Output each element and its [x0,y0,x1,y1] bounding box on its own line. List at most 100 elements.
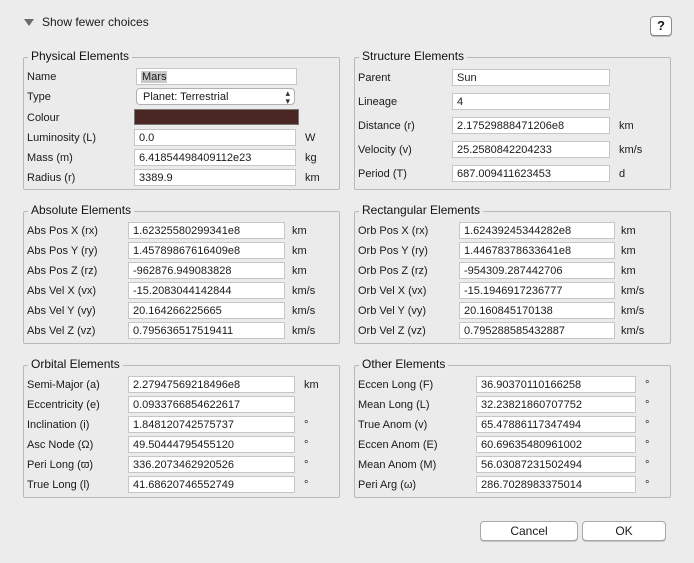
unit-label: km/s [619,144,643,156]
unit-label: ° [304,419,309,431]
other-row: True Anom (v) 65.47886117347494 ° [355,416,670,435]
value-field[interactable]: Sun [452,69,610,86]
mass-field[interactable]: 6.41854498409112e23 [134,149,296,166]
unit-label: km/s [292,325,316,337]
value-field[interactable]: 32.23821860707752 [476,396,636,413]
help-button[interactable]: ? [650,16,672,36]
group-title: Rectangular Elements [359,203,484,217]
value-field[interactable]: 36.90370110166258 [476,376,636,393]
value-field[interactable]: 1.62439245344282e8 [459,222,615,239]
other-row: Eccen Long (F) 36.90370110166258 ° [355,376,670,395]
value-field[interactable]: 1.45789867616409e8 [128,242,285,259]
name-field[interactable]: Mars [136,68,297,85]
value-field[interactable]: 336.2073462920526 [128,456,295,473]
mass-unit: kg [305,152,317,164]
colour-row: Colour [24,109,339,128]
colour-swatch[interactable] [134,109,299,125]
unit-label: km [292,265,307,277]
name-row: Name Mars [24,68,339,87]
unit-label: ° [645,399,650,411]
unit-label: d [619,168,626,180]
value-field[interactable]: 2.27947569218496e8 [128,376,295,393]
field-label: Orb Pos X (rx) [358,225,429,237]
value-field[interactable]: 25.2580842204233 [452,141,610,158]
show-fewer-choices-toggle[interactable]: Show fewer choices [24,14,149,30]
value-field[interactable]: -962876.949083828 [128,262,285,279]
other-row: Mean Long (L) 32.23821860707752 ° [355,396,670,415]
rectangular-row: Orb Vel X (vx) -15.1946917236777 km/s [355,282,670,301]
field-label: Distance (r) [358,120,415,132]
field-label: Orb Pos Z (rz) [358,265,428,277]
structure-row: Velocity (v) 25.2580842204233 km/s [355,141,670,160]
absolute-row: Abs Pos Z (rz) -962876.949083828 km [24,262,339,281]
field-label: Semi-Major (a) [27,379,100,391]
field-label: Eccen Anom (E) [358,439,438,451]
radius-unit: km [305,172,320,184]
field-label: Orb Vel Z (vz) [358,325,426,337]
value-field[interactable]: 1.44678378633641e8 [459,242,615,259]
value-field[interactable]: 286.7028983375014 [476,476,636,493]
structure-elements-group: Structure Elements Parent Sun Lineage 4 Dist… [354,49,671,190]
field-label: Orb Vel Y (vy) [358,305,427,317]
type-row: Type Planet: Terrestrial ▴ ▾ [24,88,339,107]
value-field[interactable]: -954309.287442706 [459,262,615,279]
structure-row: Period (T) 687.009411623453 d [355,165,670,184]
value-field[interactable]: -15.2083044142844 [128,282,285,299]
field-label: Mean Anom (M) [358,459,437,471]
field-label: Inclination (i) [27,419,90,431]
rectangular-row: Orb Pos Z (rz) -954309.287442706 km [355,262,670,281]
value-field[interactable]: 0.0933766854622617 [128,396,295,413]
group-title: Absolute Elements [28,203,135,217]
field-label: Abs Pos X (rx) [27,225,98,237]
group-title: Physical Elements [28,49,133,63]
radius-field[interactable]: 3389.9 [134,169,296,186]
absolute-row: Abs Vel Y (vy) 20.164266225665 km/s [24,302,339,321]
value-field[interactable]: 49.50444795455120 [128,436,295,453]
unit-label: km [621,245,636,257]
other-elements-group: Other Elements Eccen Long (F) 36.90370110… [354,357,671,498]
rectangular-row: Orb Pos X (rx) 1.62439245344282e8 km [355,222,670,241]
value-field[interactable]: 1.62325580299341e8 [128,222,285,239]
value-field[interactable]: 4 [452,93,610,110]
field-label: Mean Long (L) [358,399,430,411]
unit-label: km [621,225,636,237]
field-label: Abs Pos Z (rz) [27,265,98,277]
physical-elements-group: Physical Elements Name Mars Type Planet:… [23,49,340,190]
luminosity-field[interactable]: 0.0 [134,129,296,146]
rectangular-elements-group: Rectangular Elements Orb Pos X (rx) 1.624… [354,203,671,344]
field-label: Asc Node (Ω) [27,439,94,451]
value-field[interactable]: 60.69635480961002 [476,436,636,453]
colour-label: Colour [27,112,60,124]
unit-label: km [292,225,307,237]
unit-label: km [304,379,319,391]
disclosure-triangle-icon[interactable] [24,19,34,26]
radius-row: Radius (r) 3389.9 km [24,169,339,188]
unit-label: km [619,120,634,132]
value-field[interactable]: 20.160845170138 [459,302,615,319]
unit-label: ° [304,459,309,471]
ok-button[interactable]: OK [582,521,666,541]
field-label: Orb Pos Y (ry) [358,245,428,257]
type-label: Type [27,91,51,103]
unit-label: km/s [292,305,316,317]
value-field[interactable]: -15.1946917236777 [459,282,615,299]
luminosity-row: Luminosity (L) 0.0 W [24,129,339,148]
unit-label: km/s [292,285,316,297]
value-field[interactable]: 0.795288585432887 [459,322,615,339]
updown-chevron-icon: ▴ ▾ [285,88,290,106]
type-select[interactable]: Planet: Terrestrial ▴ ▾ [136,88,295,106]
name-label: Name [27,71,57,83]
field-label: Abs Vel X (vx) [27,285,97,297]
field-label: True Long (l) [27,479,90,491]
value-field[interactable]: 687.009411623453 [452,165,610,182]
other-row: Peri Arg (ω) 286.7028983375014 ° [355,476,670,495]
field-label: True Anom (v) [358,419,428,431]
value-field[interactable]: 2.17529888471206e8 [452,117,610,134]
value-field[interactable]: 0.795636517519411 [128,322,285,339]
value-field[interactable]: 1.848120742575737 [128,416,295,433]
value-field[interactable]: 41.68620746552749 [128,476,295,493]
value-field[interactable]: 20.164266225665 [128,302,285,319]
value-field[interactable]: 65.47886117347494 [476,416,636,433]
cancel-button[interactable]: Cancel [480,521,578,541]
value-field[interactable]: 56.03087231502494 [476,456,636,473]
